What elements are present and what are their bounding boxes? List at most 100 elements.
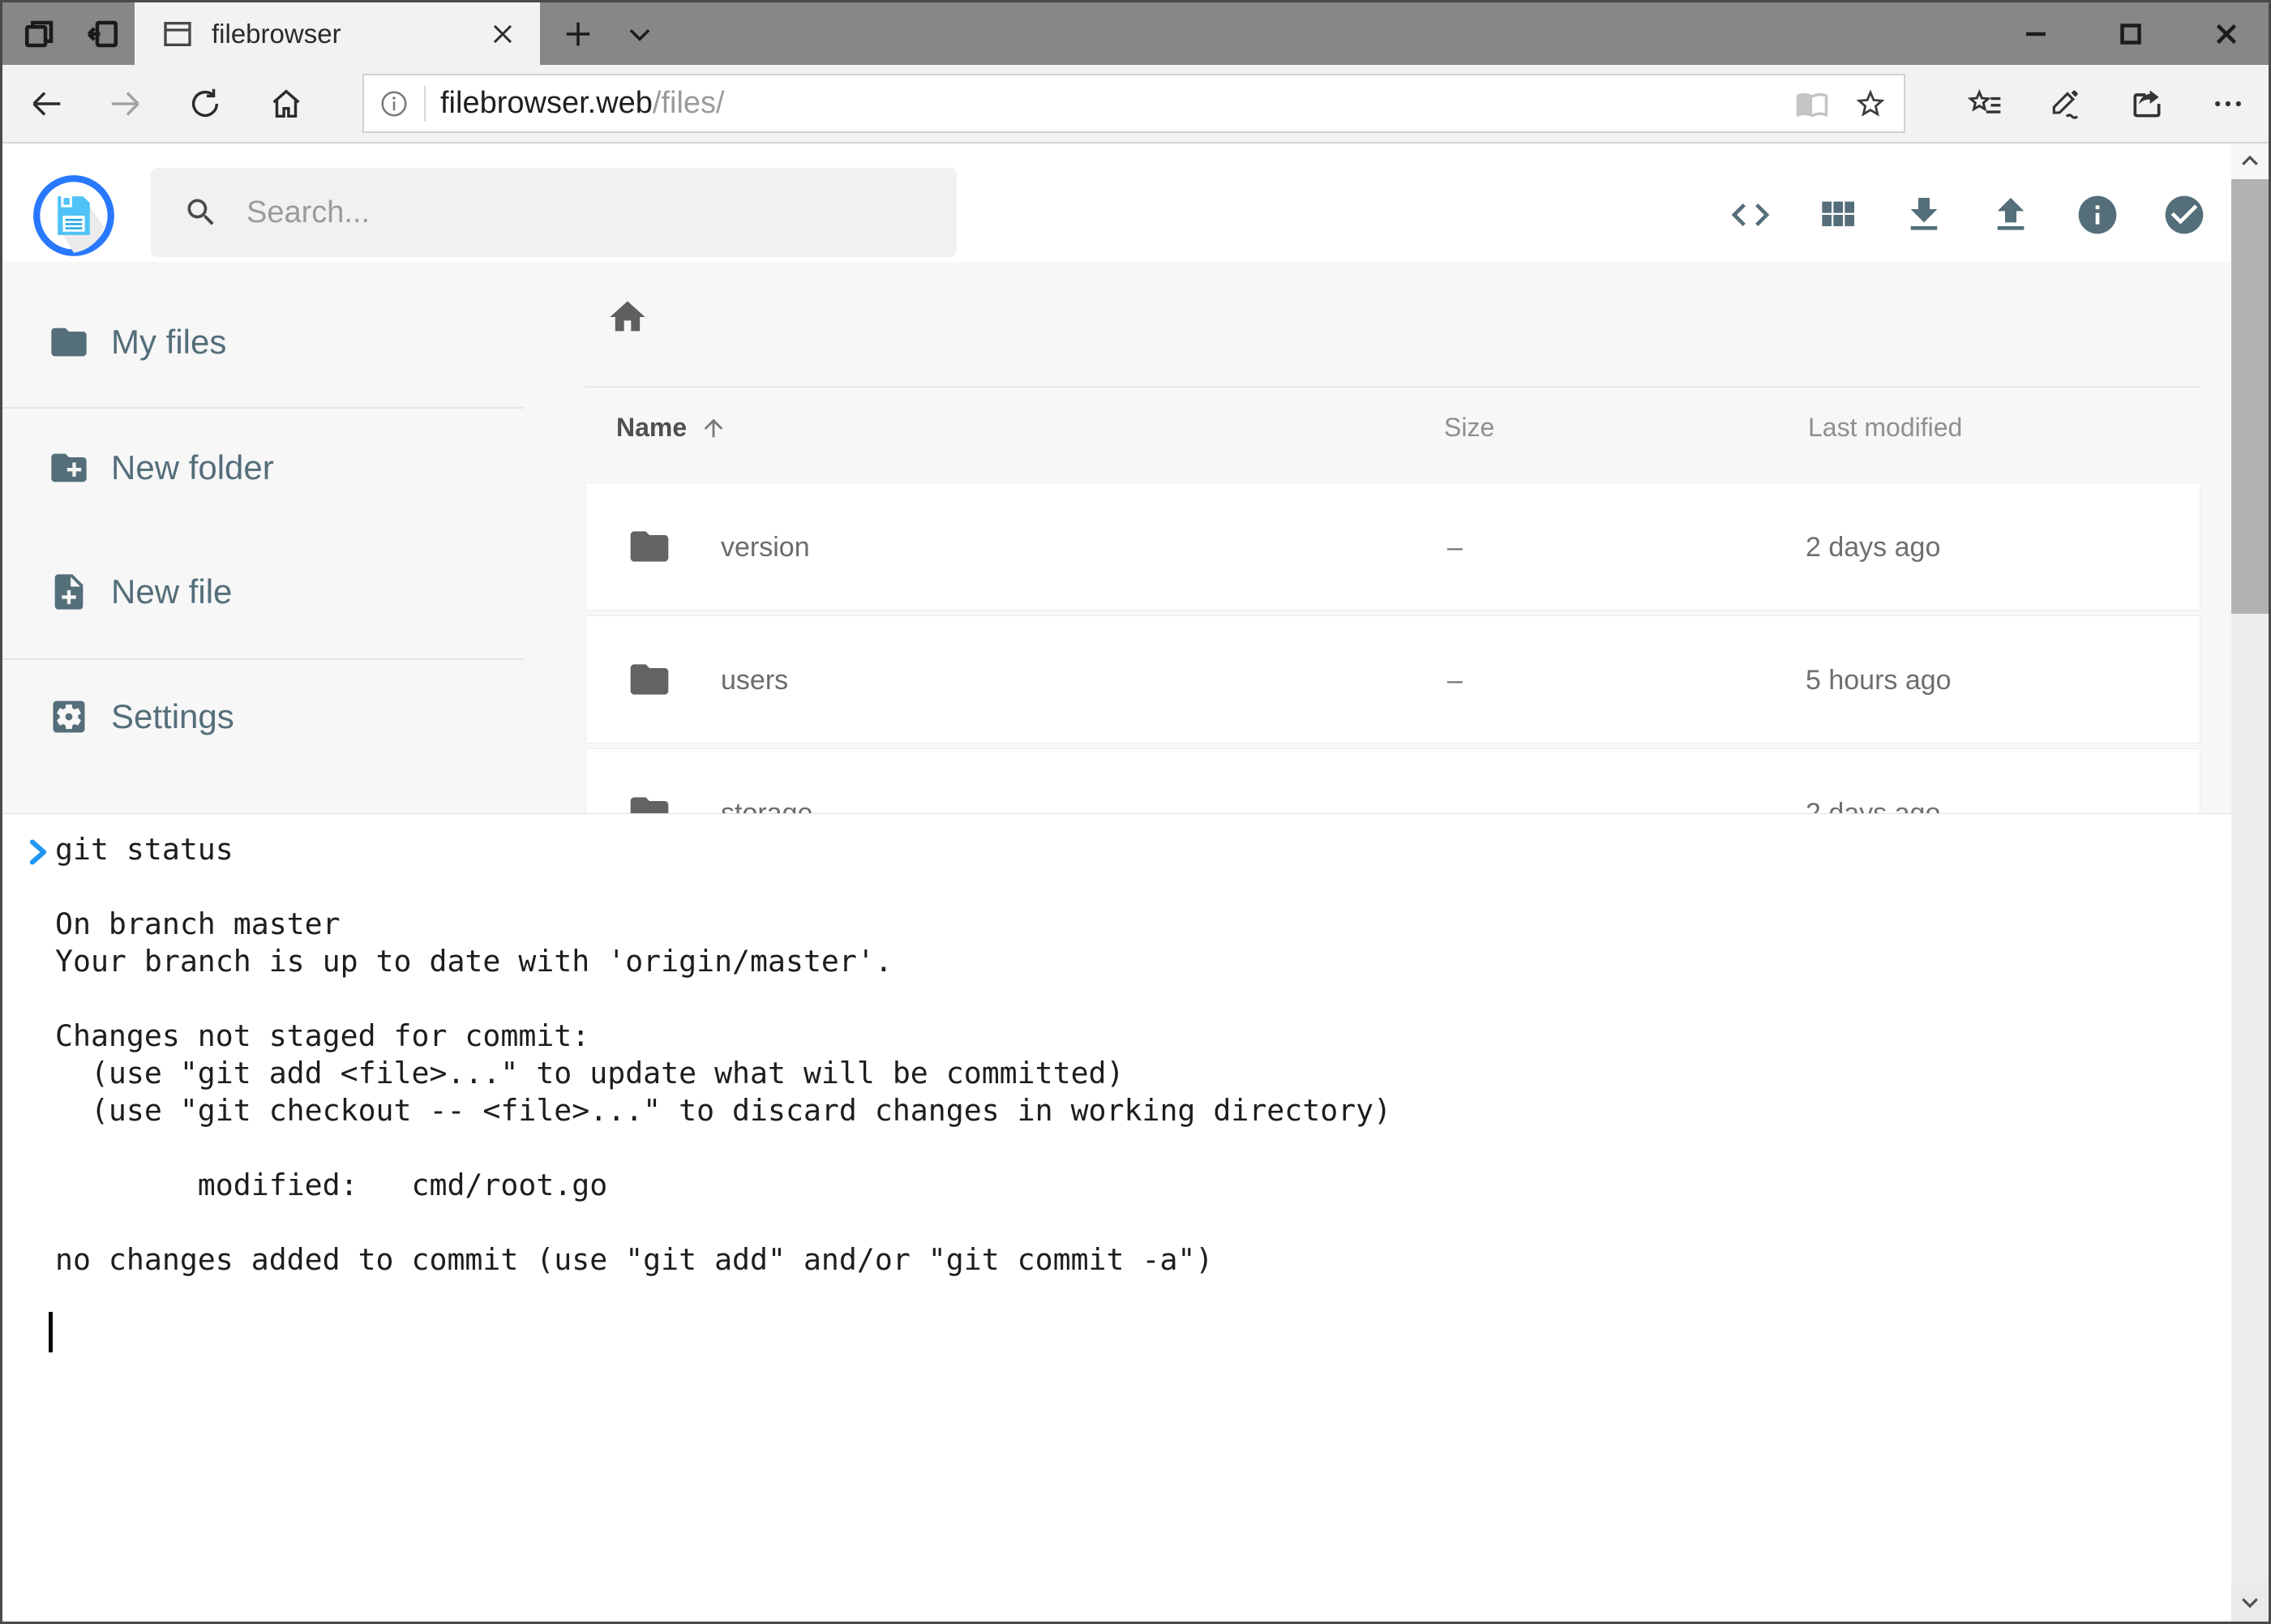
file-row-version[interactable]: version – 2 days ago bbox=[585, 482, 2200, 611]
home-icon bbox=[606, 296, 649, 338]
file-row-users[interactable]: users – 5 hours ago bbox=[585, 615, 2200, 743]
home-icon bbox=[268, 85, 305, 122]
close-icon bbox=[491, 22, 515, 46]
sidebar-item-new-file[interactable]: New file bbox=[2, 569, 521, 615]
url-domain: filebrowser.web bbox=[440, 86, 653, 120]
terminal-panel[interactable]: git status On branch master Your branch … bbox=[2, 813, 2231, 1622]
window-close-button[interactable] bbox=[2189, 2, 2264, 65]
file-modified: 5 hours ago bbox=[1806, 665, 1952, 696]
settings-gear-icon bbox=[48, 696, 90, 738]
page-scrollbar[interactable] bbox=[2231, 144, 2269, 1622]
new-file-icon bbox=[48, 571, 90, 613]
upload-button[interactable] bbox=[1986, 192, 2035, 241]
sidebar-divider bbox=[2, 407, 524, 409]
titlebar: filebrowser bbox=[2, 2, 2269, 65]
share-button[interactable] bbox=[2121, 65, 2173, 142]
scrollbar-down-button[interactable] bbox=[2231, 1583, 2269, 1622]
plus-icon bbox=[563, 19, 593, 49]
file-modified: 2 days ago bbox=[1806, 532, 1940, 563]
hub-favorites-button[interactable] bbox=[1960, 65, 2012, 142]
prompt-chevron-icon bbox=[27, 839, 49, 865]
tab-preview-icon bbox=[23, 17, 57, 51]
new-folder-icon bbox=[48, 447, 90, 489]
scrollbar-up-button[interactable] bbox=[2231, 144, 2269, 179]
site-info-icon[interactable] bbox=[379, 88, 409, 119]
grid-view-button[interactable] bbox=[1813, 192, 1862, 241]
tab-close-button[interactable] bbox=[485, 16, 521, 52]
select-multiple-button[interactable] bbox=[2160, 192, 2209, 241]
check-circle-icon bbox=[2162, 192, 2207, 238]
browser-window: filebrowser bbox=[0, 0, 2271, 1624]
set-tabs-aside-icon bbox=[86, 17, 120, 51]
file-name: version bbox=[721, 532, 810, 563]
upload-icon bbox=[1988, 192, 2033, 238]
refresh-button[interactable] bbox=[184, 65, 226, 142]
refresh-icon bbox=[186, 85, 224, 122]
column-header-size[interactable]: Size bbox=[1444, 413, 1494, 443]
pen-icon bbox=[2048, 86, 2084, 122]
browser-tab[interactable]: filebrowser bbox=[135, 2, 540, 65]
reading-view-icon[interactable] bbox=[1795, 87, 1829, 121]
info-button[interactable] bbox=[2073, 192, 2122, 241]
tab-list-dropdown-button[interactable] bbox=[615, 2, 664, 65]
info-icon bbox=[2075, 192, 2120, 238]
chevron-up-icon bbox=[2238, 149, 2262, 174]
address-divider bbox=[424, 86, 426, 122]
scrollbar-thumb[interactable] bbox=[2231, 179, 2269, 614]
column-label: Name bbox=[616, 413, 687, 443]
tab-preview-button[interactable] bbox=[17, 2, 62, 65]
favorite-star-icon[interactable] bbox=[1853, 87, 1888, 121]
sidebar-item-label: New file bbox=[111, 572, 232, 611]
breadcrumb-home[interactable] bbox=[606, 296, 649, 342]
column-header-name[interactable]: Name bbox=[616, 413, 727, 443]
maximize-icon bbox=[2116, 19, 2145, 49]
terminal-output: On branch master Your branch is up to da… bbox=[55, 868, 1391, 1279]
ellipsis-icon bbox=[2210, 86, 2246, 122]
new-tab-button[interactable] bbox=[554, 2, 602, 65]
download-icon bbox=[1901, 192, 1947, 238]
sidebar-item-label: Settings bbox=[111, 697, 234, 736]
sidebar-item-settings[interactable]: Settings bbox=[2, 694, 521, 739]
grid-view-icon bbox=[1815, 192, 1860, 238]
raw-editor-button[interactable] bbox=[1726, 192, 1775, 241]
file-size: – bbox=[1447, 532, 1463, 563]
terminal-command: git status bbox=[55, 831, 1391, 868]
tab-title: filebrowser bbox=[212, 19, 485, 49]
search-icon bbox=[183, 195, 219, 230]
column-header-modified[interactable]: Last modified bbox=[1808, 413, 1962, 443]
file-name: users bbox=[721, 665, 788, 696]
code-icon bbox=[1728, 192, 1773, 238]
window-minimize-button[interactable] bbox=[1999, 2, 2073, 65]
forward-button[interactable] bbox=[105, 65, 147, 142]
more-menu-button[interactable] bbox=[2202, 65, 2254, 142]
share-icon bbox=[2129, 86, 2165, 122]
address-toolbar: filebrowser.web/files/ bbox=[2, 65, 2269, 144]
chevron-down-icon bbox=[2238, 1590, 2262, 1614]
hub-star-list-icon bbox=[1968, 86, 2003, 122]
folder-icon bbox=[627, 657, 672, 702]
folder-icon bbox=[48, 321, 90, 363]
window-maximize-button[interactable] bbox=[2093, 2, 2168, 65]
app-header bbox=[2, 144, 2231, 262]
home-button[interactable] bbox=[265, 65, 307, 142]
sidebar-item-label: New folder bbox=[111, 448, 274, 487]
minimize-icon bbox=[2021, 19, 2050, 49]
forward-arrow-icon bbox=[107, 85, 144, 122]
filebrowser-logo[interactable] bbox=[32, 174, 116, 262]
search-box[interactable] bbox=[151, 168, 957, 257]
terminal-text: git status On branch master Your branch … bbox=[55, 831, 1391, 1279]
sidebar-item-label: My files bbox=[111, 323, 226, 362]
web-notes-button[interactable] bbox=[2040, 65, 2092, 142]
sidebar-item-new-folder[interactable]: New folder bbox=[2, 445, 521, 491]
back-button[interactable] bbox=[25, 65, 67, 142]
chevron-down-icon bbox=[624, 19, 655, 49]
folder-icon bbox=[627, 524, 672, 569]
url-path: /files/ bbox=[653, 86, 725, 120]
close-icon bbox=[2212, 19, 2241, 49]
download-button[interactable] bbox=[1900, 192, 1948, 241]
sidebar-item-my-files[interactable]: My files bbox=[2, 319, 521, 365]
address-bar[interactable]: filebrowser.web/files/ bbox=[362, 74, 1905, 133]
listing-divider bbox=[585, 386, 2200, 388]
set-tabs-aside-button[interactable] bbox=[80, 2, 126, 65]
search-input[interactable] bbox=[246, 195, 895, 230]
